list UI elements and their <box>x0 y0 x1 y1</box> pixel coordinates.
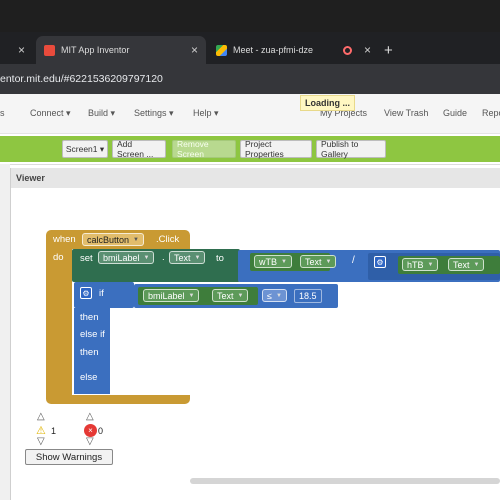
nested-math-block[interactable]: ⚙ hTB ▼ Text ▼ <box>368 253 500 280</box>
close-icon[interactable]: × <box>191 43 198 57</box>
app-inventor-favicon-icon <box>44 44 55 56</box>
nav-item-guide[interactable]: Guide <box>443 108 467 118</box>
event-block-header[interactable]: when calcButton ▼ .Click <box>46 230 190 249</box>
if-block-body: then else if then else <box>74 308 110 394</box>
tab-app-inventor[interactable]: MIT App Inventor × <box>36 36 206 64</box>
viewer-header: Viewer <box>10 168 500 188</box>
if-label: if <box>99 288 104 299</box>
tab-title: MIT App Inventor <box>61 45 130 55</box>
workspace-scrollbar[interactable] <box>190 478 500 484</box>
then-label: then <box>80 312 99 323</box>
set-property-dropdown[interactable]: Text ▼ <box>169 251 206 264</box>
divide-operator: / <box>352 255 355 266</box>
new-tab-icon[interactable]: + <box>384 36 393 64</box>
close-icon[interactable]: × <box>364 36 371 64</box>
cond-property-dropdown[interactable]: Text ▼ <box>212 289 249 302</box>
get-bmilabel-block[interactable]: bmiLabel ▼ Text ▼ <box>138 287 258 305</box>
mutator-gear-icon[interactable]: ⚙ <box>374 256 386 268</box>
errors-up-arrow-icon[interactable]: △ <box>86 411 94 422</box>
else-if-label: else if <box>80 329 105 340</box>
blocks-panel-edge <box>0 164 10 500</box>
divider <box>0 164 500 165</box>
nav-item-connect[interactable]: Connect ▾ <box>30 108 71 119</box>
warnings-down-arrow-icon[interactable]: ▽ <box>37 436 45 447</box>
event-label: .Click <box>156 234 180 245</box>
htb-dropdown[interactable]: hTB ▼ <box>402 258 439 271</box>
event-block-footer <box>46 395 190 404</box>
cond-component-dropdown[interactable]: bmiLabel ▼ <box>143 289 200 302</box>
nav-item-projects[interactable]: s <box>0 108 5 118</box>
if-mutator-gear-icon[interactable]: ⚙ <box>80 287 92 299</box>
htb-property-dropdown[interactable]: Text ▼ <box>448 258 485 271</box>
dot-label: . <box>162 252 165 263</box>
else-slot[interactable] <box>110 372 128 384</box>
divide-block[interactable]: wTB ▼ Text ▼ / ⚙ hTB ▼ Text ▼ <box>238 250 500 282</box>
nav-item-settings[interactable]: Settings ▾ <box>134 108 174 119</box>
wtb-dropdown[interactable]: wTB ▼ <box>254 255 292 268</box>
nav-item-help[interactable]: Help ▾ <box>193 108 219 119</box>
url-text[interactable]: entor.mit.edu/#6221536209797120 <box>0 73 163 85</box>
screen-selector[interactable]: Screen1 ▾ <box>62 140 108 158</box>
number-field[interactable]: 18.5 <box>294 289 322 303</box>
errors-down-arrow-icon[interactable]: ▽ <box>86 436 94 447</box>
set-label: set <box>80 253 93 264</box>
add-screen-button[interactable]: Add Screen ... <box>112 139 166 159</box>
then-slot[interactable] <box>110 312 128 324</box>
event-block-body: do <box>46 249 72 395</box>
warning-count: 1 <box>51 426 57 436</box>
then-slot-2[interactable] <box>110 347 128 359</box>
warnings-up-arrow-icon[interactable]: △ <box>37 411 45 422</box>
get-htb-block[interactable]: hTB ▼ Text ▼ <box>398 256 500 274</box>
else-label: else <box>80 372 98 383</box>
set-component-dropdown[interactable]: bmiLabel ▼ <box>98 251 155 264</box>
designer-toolbar: Screen1 ▾ Add Screen ... Remove Screen P… <box>0 136 500 162</box>
get-wtb-block[interactable]: wTB ▼ Text ▼ <box>250 253 337 271</box>
tab-meet[interactable]: Meet - zua-pfmi-dze <box>212 36 360 64</box>
nav-item-report[interactable]: Repo <box>482 108 500 118</box>
do-label: do <box>53 252 64 263</box>
when-label: when <box>53 234 76 245</box>
tab-title: Meet - zua-pfmi-dze <box>233 45 314 55</box>
if-block-header[interactable]: ⚙ if <box>74 282 134 308</box>
nav-item-build[interactable]: Build ▾ <box>88 108 115 119</box>
error-icon: × <box>84 424 97 437</box>
loading-indicator: Loading ... <box>300 95 355 111</box>
recording-icon <box>343 45 352 55</box>
remove-screen-button[interactable]: Remove Screen <box>172 139 236 159</box>
tab-close-icon[interactable]: × <box>18 36 25 64</box>
nav-item-view-trash[interactable]: View Trash <box>384 108 428 118</box>
publish-gallery-button[interactable]: Publish to Gallery <box>316 139 386 159</box>
wtb-property-dropdown[interactable]: Text ▼ <box>300 255 337 268</box>
component-dropdown[interactable]: calcButton ▼ <box>82 233 144 246</box>
compare-block[interactable]: bmiLabel ▼ Text ▼ ≤ ▼ 18.5 <box>134 284 338 308</box>
project-properties-button[interactable]: Project Properties <box>240 139 312 159</box>
address-bar[interactable]: entor.mit.edu/#6221536209797120 <box>0 64 500 94</box>
show-warnings-button[interactable]: Show Warnings <box>25 449 113 465</box>
top-nav: s Connect ▾ Build ▾ Settings ▾ Help ▾ My… <box>0 94 500 134</box>
browser-tab-bar: × MIT App Inventor × Meet - zua-pfmi-dze… <box>0 32 500 64</box>
set-block[interactable]: set bmiLabel ▼ . Text ▼ to <box>72 249 240 282</box>
error-count: 0 <box>98 426 104 436</box>
then-label-2: then <box>80 347 99 358</box>
to-label: to <box>216 253 224 264</box>
warning-icon: ⚠ <box>36 425 46 437</box>
compare-operator-dropdown[interactable]: ≤ ▼ <box>262 289 287 302</box>
meet-favicon-icon <box>216 44 227 56</box>
